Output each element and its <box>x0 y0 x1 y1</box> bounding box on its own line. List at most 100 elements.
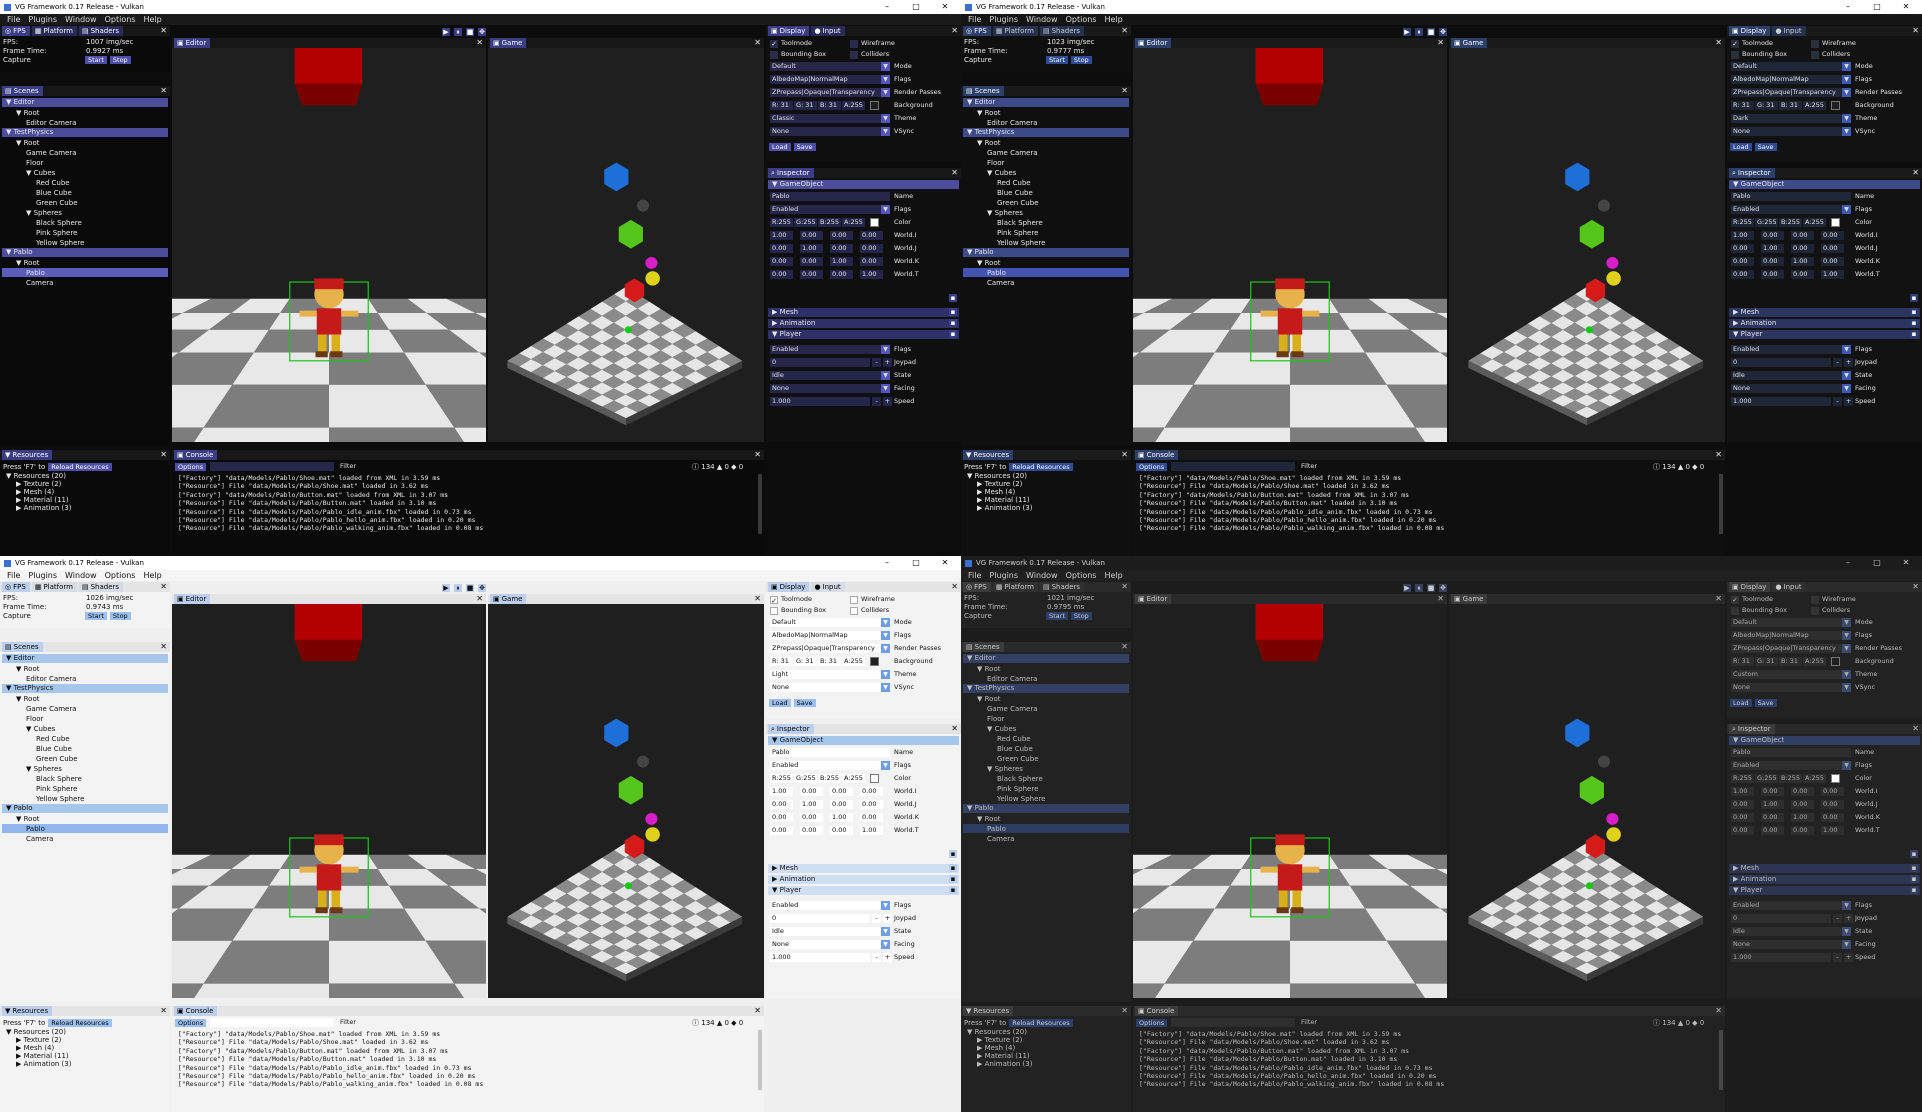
matrix-cell[interactable]: 0.00 <box>770 800 793 809</box>
scene-tree-item[interactable]: Pink Sphere <box>997 228 1038 238</box>
resource-tree-item[interactable]: ▶ Animation (3) <box>977 504 1032 512</box>
close-icon[interactable]: ✕ <box>1121 582 1128 592</box>
add-component-icon[interactable]: ▪ <box>1910 850 1918 858</box>
resource-tree-item[interactable]: ▶ Texture (2) <box>16 480 61 488</box>
component-animation-header[interactable]: ▶ Animation ▪ <box>768 875 959 884</box>
combo-vsync[interactable]: None ▼ <box>1731 683 1851 692</box>
matrix-cell[interactable]: 0.00 <box>1791 231 1814 240</box>
combo-vsync[interactable]: None ▼ <box>770 683 890 692</box>
stop-icon[interactable]: ■ <box>1427 584 1435 592</box>
tab-inspector[interactable]: ⌕ Inspector <box>768 168 814 178</box>
component-menu-icon[interactable]: ▪ <box>949 308 957 316</box>
combo-render-passes[interactable]: ZPrepass|Opaque|Transparency ▼ <box>1731 88 1851 97</box>
options-button[interactable]: Options <box>1136 463 1168 471</box>
game-canvas[interactable] <box>1449 604 1725 998</box>
matrix-cell[interactable]: 0.00 <box>1761 826 1784 835</box>
color-b-field[interactable]: B:255 <box>818 774 841 783</box>
player-flags-field[interactable]: Enabled ▼ <box>770 345 890 354</box>
color-swatch[interactable] <box>1831 218 1840 227</box>
component-menu-icon[interactable]: ▪ <box>949 875 957 883</box>
tab-shaders[interactable]: ▤ Shaders <box>78 582 124 592</box>
resource-tree-item[interactable]: ▶ Animation (3) <box>16 504 71 512</box>
scene-tree-item[interactable]: Black Sphere <box>997 774 1043 784</box>
stop-capture-button[interactable]: Stop <box>1070 56 1092 64</box>
scene-tree-item[interactable]: Blue Cube <box>997 744 1033 754</box>
combo-flags[interactable]: AlbedoMap|NormalMap ▼ <box>1731 75 1851 84</box>
checkbox-wireframe[interactable]: Wireframe <box>1811 595 1856 604</box>
combo-vsync[interactable]: None ▼ <box>770 127 890 136</box>
scene-tree-item[interactable]: Floor <box>987 714 1004 724</box>
combo-vsync[interactable]: None ▼ <box>1731 127 1851 136</box>
checkbox-colliders[interactable]: Colliders <box>850 50 889 59</box>
decrement-button[interactable]: - <box>872 914 881 923</box>
minimize-button[interactable]: – <box>873 556 901 570</box>
scene-tree-item[interactable]: Red Cube <box>997 178 1031 188</box>
tab-fps[interactable]: ◎ FPS <box>963 582 991 592</box>
matrix-cell[interactable]: 1.00 <box>800 800 823 809</box>
checkbox-wireframe[interactable]: Wireframe <box>850 595 895 604</box>
matrix-cell[interactable]: 1.00 <box>770 787 793 796</box>
menu-plugins[interactable]: Plugins <box>989 15 1018 24</box>
combo-render-passes[interactable]: ZPrepass|Opaque|Transparency ▼ <box>1731 644 1851 653</box>
scene-tree-item[interactable]: ▼ Root <box>977 664 1000 674</box>
tab-input[interactable]: ● Input <box>811 582 845 592</box>
scene-header[interactable]: ▼ TestPhysics <box>963 684 1129 693</box>
flags-combo[interactable]: Enabled ▼ <box>770 761 890 770</box>
increment-button[interactable]: + <box>1844 953 1853 962</box>
name-field[interactable]: Pablo <box>1731 192 1851 201</box>
matrix-cell[interactable]: 0.00 <box>1791 800 1814 809</box>
menu-window[interactable]: Window <box>65 571 97 580</box>
scene-tree-item[interactable]: Pink Sphere <box>36 784 77 794</box>
close-icon[interactable]: ✕ <box>1121 26 1128 36</box>
scene-tree-item[interactable]: Floor <box>26 158 43 168</box>
matrix-cell[interactable]: 0.00 <box>800 813 823 822</box>
start-capture-button[interactable]: Start <box>85 56 107 64</box>
decrement-button[interactable]: - <box>1833 397 1842 406</box>
matrix-cell[interactable]: 0.00 <box>770 826 793 835</box>
player-facing-field[interactable]: None ▼ <box>770 940 890 949</box>
scene-tree-item[interactable]: Green Cube <box>997 198 1039 208</box>
background-swatch[interactable] <box>1831 101 1840 110</box>
matrix-cell[interactable]: 0.00 <box>830 826 853 835</box>
menu-plugins[interactable]: Plugins <box>28 571 57 580</box>
tab-resources[interactable]: ▼ Resources <box>2 450 53 460</box>
reload-resources-button[interactable]: Reload Resources <box>48 463 112 471</box>
scene-tree-item[interactable]: Floor <box>26 714 43 724</box>
color-b-field[interactable]: B:255 <box>1779 218 1802 227</box>
tab-scenes[interactable]: ▤ Scenes <box>2 642 43 652</box>
close-icon[interactable]: ✕ <box>1912 724 1919 734</box>
bg-b-field[interactable]: B: 31 <box>818 657 841 666</box>
close-icon[interactable]: ✕ <box>754 38 761 48</box>
close-icon[interactable]: ✕ <box>160 582 167 592</box>
menu-file[interactable]: File <box>968 571 981 580</box>
checkbox-bounding-box[interactable]: Bounding Box <box>770 606 826 615</box>
gizmo-icon[interactable]: ✥ <box>1439 28 1447 36</box>
resource-tree-item[interactable]: ▼ Resources (20) <box>967 1028 1027 1036</box>
start-capture-button[interactable]: Start <box>1046 56 1068 64</box>
tab-scenes[interactable]: ▤ Scenes <box>963 642 1004 652</box>
add-component-icon[interactable]: ▪ <box>1910 294 1918 302</box>
close-icon[interactable]: ✕ <box>160 1006 167 1016</box>
color-a-field[interactable]: A:255 <box>842 218 865 227</box>
play-icon[interactable]: ▶ <box>1403 584 1411 592</box>
bg-b-field[interactable]: B: 31 <box>1779 101 1802 110</box>
matrix-cell[interactable]: 0.00 <box>800 787 823 796</box>
matrix-cell[interactable]: 0.00 <box>830 800 853 809</box>
matrix-cell[interactable]: 0.00 <box>830 231 853 240</box>
matrix-cell[interactable]: 0.00 <box>860 257 883 266</box>
scene-tree-item[interactable]: ▼ Spheres <box>26 764 62 774</box>
color-g-field[interactable]: G:255 <box>794 218 817 227</box>
player-state-field[interactable]: Idle ▼ <box>770 927 890 936</box>
game-canvas[interactable] <box>1449 48 1725 442</box>
color-g-field[interactable]: G:255 <box>1755 218 1778 227</box>
matrix-cell[interactable]: 0.00 <box>800 826 823 835</box>
color-b-field[interactable]: B:255 <box>818 218 841 227</box>
tab-game[interactable]: ▣ Game <box>1451 38 1488 48</box>
name-field[interactable]: Pablo <box>1731 748 1851 757</box>
log-scrollbar[interactable] <box>758 474 762 534</box>
resource-tree-item[interactable]: ▶ Animation (3) <box>977 1060 1032 1068</box>
bg-r-field[interactable]: R: 31 <box>770 101 793 110</box>
resource-tree-item[interactable]: ▶ Material (11) <box>16 496 69 504</box>
color-a-field[interactable]: A:255 <box>1803 774 1826 783</box>
scene-tree-item[interactable]: Floor <box>987 158 1004 168</box>
